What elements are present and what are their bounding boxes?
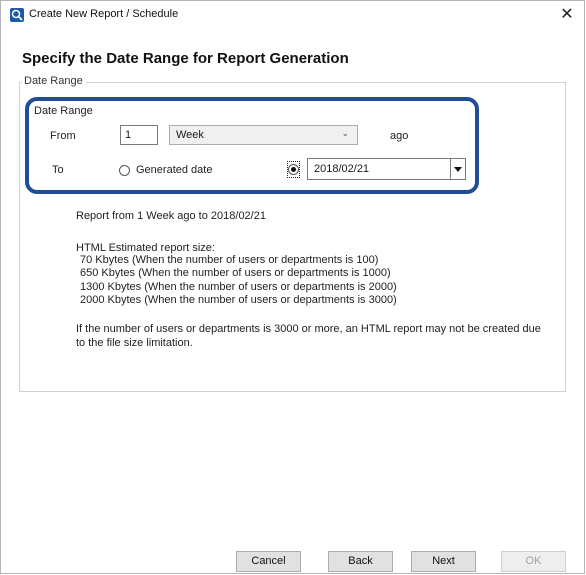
generated-date-label[interactable]: Generated date [136, 164, 212, 176]
chevron-down-icon: ⌄ [341, 128, 349, 138]
from-unit-select[interactable]: Week ⌄ [169, 125, 358, 145]
size-heading: HTML Estimated report size: [76, 242, 215, 254]
size-line: 70 Kbytes (When the number of users or d… [80, 254, 379, 266]
ok-button[interactable]: OK [501, 551, 566, 572]
title-bar[interactable]: Create New Report / Schedule ✕ [1, 1, 584, 29]
size-line: 1300 Kbytes (When the number of users or… [80, 281, 397, 293]
from-label: From [50, 130, 76, 142]
close-icon[interactable]: ✕ [550, 1, 584, 29]
date-range-label: Date Range [34, 105, 93, 117]
range-summary: Report from 1 Week ago to 2018/02/21 [76, 210, 266, 222]
dropdown-arrow-icon[interactable] [450, 159, 465, 179]
warning-line: If the number of users or departments is… [76, 323, 541, 335]
to-label: To [52, 164, 64, 176]
specific-date-radio[interactable] [288, 164, 299, 175]
size-line: 650 Kbytes (When the number of users or … [80, 267, 391, 279]
dialog-window: Create New Report / Schedule ✕ Specify t… [0, 0, 585, 574]
generated-date-radio[interactable] [119, 165, 130, 176]
to-date-value: 2018/02/21 [314, 163, 370, 175]
from-unit-value: Week [176, 129, 204, 141]
size-line: 2000 Kbytes (When the number of users or… [80, 294, 397, 306]
window-title: Create New Report / Schedule [29, 8, 179, 20]
warning-line: to the file size limitation. [76, 337, 193, 349]
to-date-picker[interactable]: 2018/02/21 [307, 158, 466, 180]
cancel-button[interactable]: Cancel [236, 551, 301, 572]
groupbox-legend: Date Range [22, 75, 86, 87]
report-app-icon [10, 8, 24, 22]
from-amount-input[interactable]: 1 [120, 125, 158, 145]
ago-label: ago [390, 130, 409, 142]
back-button[interactable]: Back [328, 551, 393, 572]
next-button[interactable]: Next [411, 551, 476, 572]
page-title: Specify the Date Range for Report Genera… [22, 50, 349, 67]
